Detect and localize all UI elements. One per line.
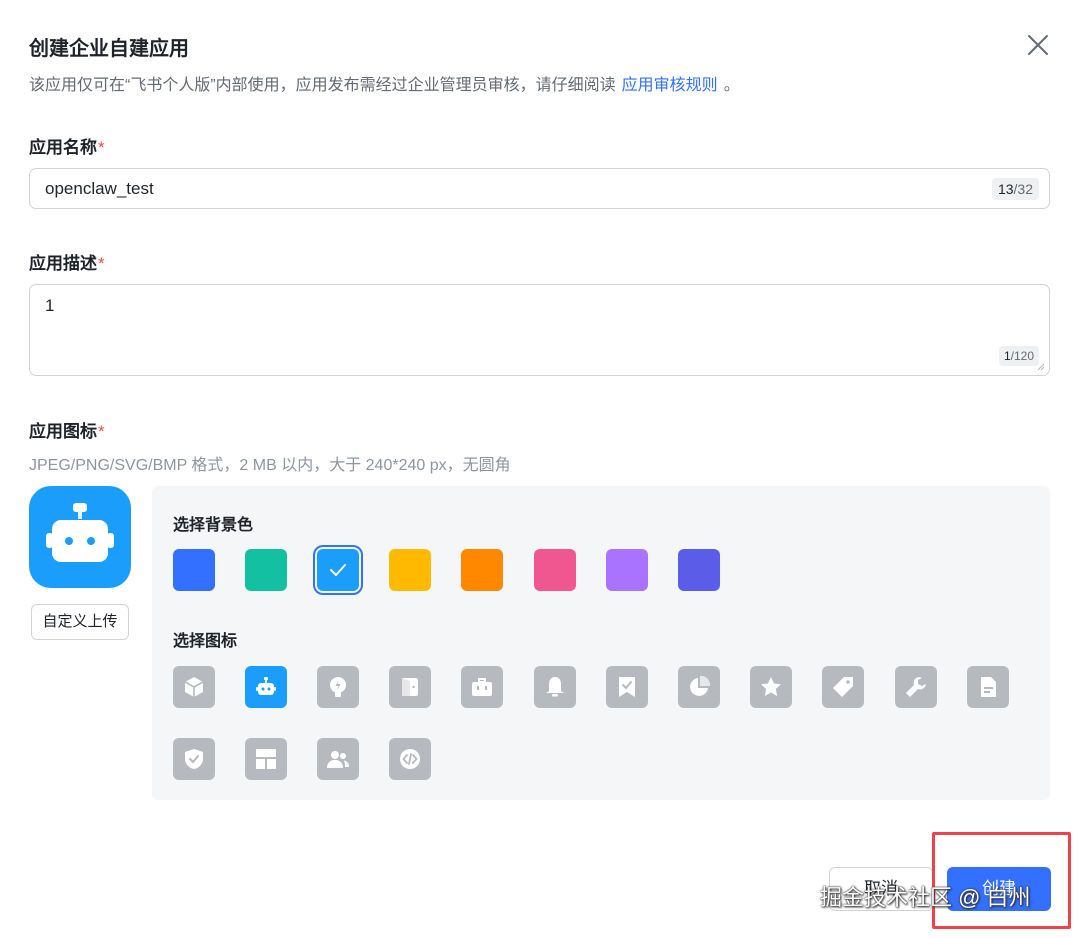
bg-color-swatch[interactable] <box>534 549 576 591</box>
required-mark: * <box>98 138 105 157</box>
icon-option-code[interactable] <box>389 738 431 780</box>
icon-option-lightbulb[interactable] <box>317 666 359 708</box>
app-desc-counter: 1/120 <box>998 346 1039 366</box>
custom-upload-button[interactable]: 自定义上传 <box>31 604 129 640</box>
app-name-count-current: 13 <box>997 181 1014 197</box>
app-desc-label: 应用描述* <box>29 249 105 274</box>
app-name-count-max: /32 <box>1013 181 1033 197</box>
icon-option-layout[interactable] <box>245 738 287 780</box>
required-mark: * <box>98 254 105 273</box>
app-name-input[interactable]: openclaw_test 13/32 <box>29 168 1050 209</box>
app-name-value[interactable]: openclaw_test <box>45 179 154 199</box>
cancel-button[interactable]: 取消 <box>829 867 933 911</box>
icon-option-shield[interactable] <box>173 738 215 780</box>
wrench-icon <box>906 677 926 697</box>
bg-color-title: 选择背景色 <box>173 517 254 534</box>
bg-color-swatch[interactable] <box>245 549 287 591</box>
app-icon-hint: JPEG/PNG/SVG/BMP 格式，2 MB 以内，大于 240*240 p… <box>29 457 511 474</box>
icon-option-door[interactable] <box>389 666 431 708</box>
app-icon-preview <box>29 486 131 588</box>
resize-handle-icon[interactable] <box>1035 361 1045 371</box>
pie-chart-icon <box>690 675 711 696</box>
check-icon <box>330 564 346 576</box>
icon-option-box[interactable] <box>173 666 215 708</box>
icon-option-robot[interactable] <box>245 666 287 708</box>
tag-icon <box>833 677 853 697</box>
layout-icon <box>256 749 276 769</box>
icon-option-bookmark[interactable] <box>606 666 648 708</box>
icon-select-title: 选择图标 <box>173 633 238 650</box>
code-icon <box>400 749 420 769</box>
briefcase-icon <box>472 678 492 696</box>
box-icon <box>184 677 204 697</box>
lightbulb-icon <box>330 677 346 697</box>
create-app-dialog: 创建企业自建应用 该应用仅可在“飞书个人版”内部使用，应用发布需经过企业管理员审… <box>0 0 1080 938</box>
icon-option-document[interactable] <box>967 666 1009 708</box>
app-desc-textarea[interactable]: 1 1/120 <box>29 284 1050 376</box>
icon-picker-panel: 选择背景色 选择图标 <box>152 486 1050 800</box>
robot-icon <box>46 503 114 562</box>
icon-option-star[interactable] <box>750 666 792 708</box>
required-mark: * <box>98 422 105 441</box>
users-icon <box>327 751 349 768</box>
document-icon <box>981 677 996 697</box>
bg-color-swatch[interactable] <box>678 549 720 591</box>
icon-option-wrench[interactable] <box>895 666 937 708</box>
shield-check-icon <box>185 749 203 769</box>
bookmark-check-icon <box>619 677 635 697</box>
app-desc-count-current: 1 <box>1003 349 1011 363</box>
app-name-label-text: 应用名称 <box>29 138 97 157</box>
bg-color-swatch[interactable] <box>461 549 503 591</box>
bg-color-swatch[interactable] <box>606 549 648 591</box>
app-desc-count-max: /120 <box>1010 349 1034 363</box>
icon-option-briefcase[interactable] <box>461 666 503 708</box>
review-rules-link[interactable]: 应用审核规则 <box>622 77 718 94</box>
bg-color-swatch-selected[interactable] <box>317 549 359 591</box>
dialog-title: 创建企业自建应用 <box>29 38 189 60</box>
app-desc-value[interactable]: 1 <box>45 296 54 316</box>
app-icon-label-text: 应用图标 <box>29 422 97 441</box>
app-name-counter: 13/32 <box>991 178 1039 200</box>
subtitle-text: 该应用仅可在“飞书个人版”内部使用，应用发布需经过企业管理员审核，请仔细阅读 <box>29 77 616 94</box>
bg-color-swatch[interactable] <box>389 549 431 591</box>
robot-icon <box>256 677 276 695</box>
icon-option-users[interactable] <box>317 738 359 780</box>
app-name-label: 应用名称* <box>29 133 105 158</box>
subtitle-end: 。 <box>723 77 740 94</box>
icon-option-tag[interactable] <box>822 666 864 708</box>
icon-option-bell[interactable] <box>534 666 576 708</box>
bell-icon <box>546 677 564 697</box>
dialog-subtitle: 该应用仅可在“飞书个人版”内部使用，应用发布需经过企业管理员审核，请仔细阅读 应用… <box>29 71 740 95</box>
close-icon[interactable] <box>1024 31 1052 59</box>
icon-option-pie-chart[interactable] <box>678 666 720 708</box>
star-icon <box>761 677 781 696</box>
create-button[interactable]: 创建 <box>947 867 1051 911</box>
app-desc-label-text: 应用描述 <box>29 254 97 273</box>
app-icon-label: 应用图标* <box>29 417 105 442</box>
door-icon <box>402 678 418 696</box>
bg-color-swatch[interactable] <box>173 549 215 591</box>
